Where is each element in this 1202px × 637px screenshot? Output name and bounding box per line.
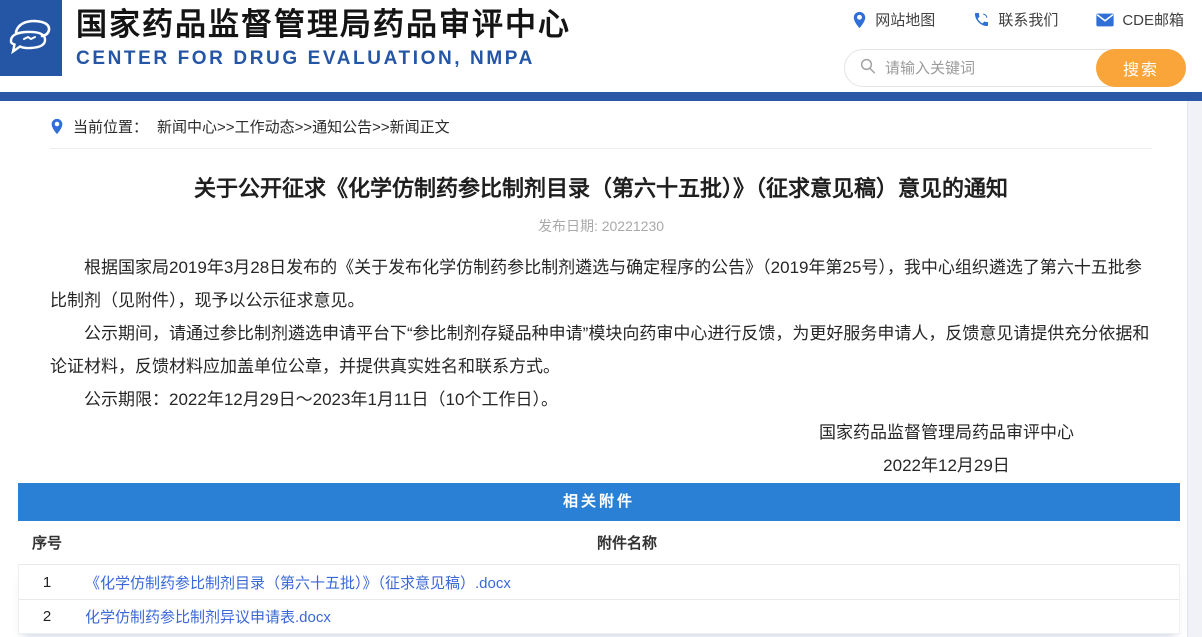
attachment-link-2[interactable]: 化学仿制药参比制剂异议申请表.docx bbox=[85, 606, 331, 627]
mailbox-label: CDE邮箱 bbox=[1122, 12, 1184, 29]
mailbox-link[interactable]: CDE邮箱 bbox=[1096, 9, 1184, 30]
site-header: 国家药品监督管理局药品审评中心 CENTER FOR DRUG EVALUATI… bbox=[0, 0, 1202, 92]
publish-date: 发布日期: 20221230 bbox=[537, 218, 665, 234]
attachments-title: 相关附件 bbox=[18, 483, 1180, 521]
paragraph-2: 公示期间，请通过参比制剂遴选申请平台下“参比制剂存疑品种申请”模块向药审中心进行… bbox=[50, 324, 1150, 376]
page-title: 关于公开征求《化学仿制药参比制剂目录（第六十五批）》（征求意见稿）意见的通知 bbox=[193, 176, 1008, 201]
table-row: 2 化学仿制药参比制剂异议申请表.docx bbox=[19, 599, 1179, 633]
utility-nav: 网站地图 联系我们 CDE邮箱 bbox=[852, 9, 1184, 30]
attachments-rows: 1 《化学仿制药参比制剂目录（第六十五批）》（征求意见稿）.docx 2 化学仿… bbox=[18, 565, 1180, 634]
location-pin-icon bbox=[50, 118, 64, 135]
breadcrumb-item-work-dynamics[interactable]: 工作动态 bbox=[235, 119, 295, 136]
breadcrumb-divider bbox=[50, 148, 1152, 149]
cde-logo bbox=[0, 0, 62, 76]
search-input[interactable] bbox=[885, 59, 1096, 77]
sitemap-label: 网站地图 bbox=[875, 12, 936, 29]
location-pin-icon bbox=[852, 11, 867, 29]
search-bar: 搜索 bbox=[844, 49, 1186, 87]
table-row: 1 《化学仿制药参比制剂目录（第六十五批）》（征求意见稿）.docx bbox=[19, 565, 1179, 599]
envelope-icon bbox=[1096, 13, 1114, 27]
search-button[interactable]: 搜索 bbox=[1096, 49, 1186, 87]
contact-link[interactable]: 联系我们 bbox=[973, 9, 1058, 30]
attachments-table: 相关附件 序号 附件名称 1 《化学仿制药参比制剂目录（第六十五批）》（征求意见… bbox=[18, 483, 1180, 634]
paragraph-1: 根据国家局2019年3月28日发布的《关于发布化学仿制药参比制剂遴选与确定程序的… bbox=[50, 258, 1142, 310]
attachments-column-headers: 序号 附件名称 bbox=[18, 521, 1180, 565]
row-index: 2 bbox=[42, 608, 52, 625]
sitemap-link[interactable]: 网站地图 bbox=[852, 9, 935, 30]
site-title-cn: 国家药品监督管理局药品审评中心 bbox=[76, 7, 571, 42]
row-index: 1 bbox=[42, 573, 52, 591]
column-header-name: 附件名称 bbox=[596, 535, 657, 552]
phone-icon bbox=[973, 11, 990, 28]
site-branding: 国家药品监督管理局药品审评中心 CENTER FOR DRUG EVALUATI… bbox=[76, 4, 571, 72]
site-title-en: CENTER FOR DRUG EVALUATION, NMPA bbox=[76, 48, 535, 69]
contact-label: 联系我们 bbox=[998, 12, 1059, 29]
column-header-index: 序号 bbox=[32, 535, 63, 552]
article-body: 根据国家局2019年3月28日发布的《关于发布化学仿制药参比制剂遴选与确定程序的… bbox=[50, 251, 1152, 416]
breadcrumb-item-news-center[interactable]: 新闻中心 bbox=[157, 119, 217, 136]
paragraph-3: 公示期限：2022年12月29日～2023年1月11日（10个工作日）。 bbox=[84, 390, 558, 409]
breadcrumb-item-notices[interactable]: 通知公告 bbox=[312, 119, 372, 136]
search-icon bbox=[859, 57, 877, 80]
header-divider-bar bbox=[0, 92, 1202, 101]
signature-org: 国家药品监督管理局药品审评中心 bbox=[819, 423, 1074, 442]
article: 关于公开征求《化学仿制药参比制剂目录（第六十五批）》（征求意见稿）意见的通知 发… bbox=[50, 174, 1152, 482]
page-right-strip bbox=[1187, 101, 1202, 637]
breadcrumb: 当前位置： 新闻中心>>工作动态>>通知公告>>新闻正文 bbox=[50, 115, 1202, 137]
breadcrumb-item-article[interactable]: 新闻正文 bbox=[390, 119, 450, 136]
signature-date: 2022年12月29日 bbox=[883, 456, 1010, 475]
signature-block: 国家药品监督管理局药品审评中心 2022年12月29日 bbox=[50, 416, 1152, 482]
breadcrumb-label: 当前位置： bbox=[73, 118, 149, 136]
attachment-link-1[interactable]: 《化学仿制药参比制剂目录（第六十五批）》（征求意见稿）.docx bbox=[85, 572, 511, 593]
